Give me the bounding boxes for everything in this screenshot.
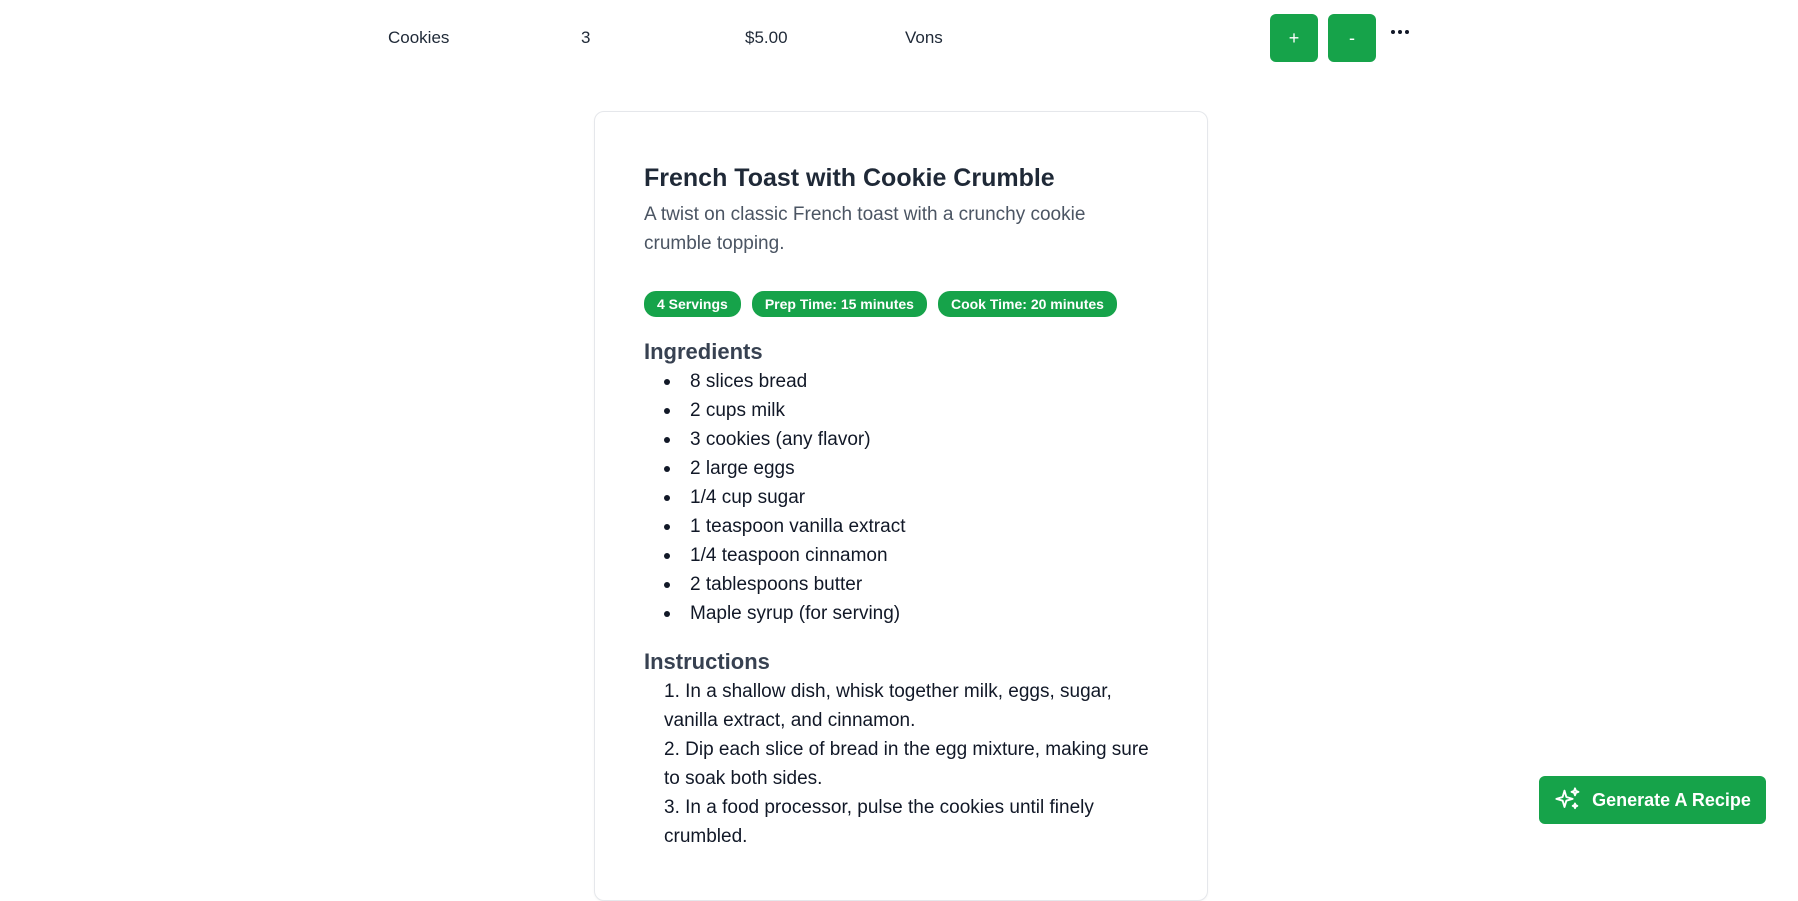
instruction-step: 1. In a shallow dish, whisk together mil… — [664, 681, 1112, 731]
ingredient-item: 2 large eggs — [664, 454, 1159, 483]
ingredient-item: 1 teaspoon vanilla extract — [664, 512, 1159, 541]
item-price: $5.00 — [745, 28, 788, 47]
ingredient-item: 2 tablespoons butter — [664, 570, 1159, 599]
ingredients-heading: Ingredients — [644, 339, 763, 364]
prep-time-badge: Prep Time: 15 minutes — [751, 291, 927, 317]
item-store: Vons — [905, 28, 943, 47]
servings-badge: 4 Servings — [644, 291, 741, 317]
recipe-badges: 4 Servings Prep Time: 15 minutes Cook Ti… — [644, 291, 1159, 317]
more-options-button[interactable] — [1386, 20, 1414, 44]
ingredient-item: 3 cookies (any flavor) — [664, 425, 1159, 454]
recipe-card: French Toast with Cookie Crumble A twist… — [594, 111, 1208, 901]
ingredient-item: 2 cups milk — [664, 396, 1159, 425]
instruction-step: 3. In a food processor, pulse the cookie… — [664, 797, 1094, 847]
ingredient-item: Maple syrup (for serving) — [664, 599, 1159, 628]
item-quantity: 3 — [581, 28, 591, 47]
instructions-list: 1. In a shallow dish, whisk together mil… — [644, 677, 1159, 851]
cook-time-badge: Cook Time: 20 minutes — [937, 291, 1117, 317]
instructions-heading: Instructions — [644, 649, 770, 674]
instruction-step: 2. Dip each slice of bread in the egg mi… — [664, 739, 1149, 789]
generate-recipe-button[interactable]: Generate A Recipe — [1539, 776, 1766, 824]
generate-recipe-label: Generate A Recipe — [1592, 789, 1751, 810]
more-horizontal-icon — [1391, 30, 1409, 34]
recipe-title: French Toast with Cookie Crumble — [644, 164, 1055, 192]
ingredients-list: 8 slices bread 2 cups milk 3 cookies (an… — [644, 367, 1159, 628]
decrement-quantity-button[interactable]: - — [1328, 14, 1376, 62]
ingredient-item: 1/4 teaspoon cinnamon — [664, 541, 1159, 570]
increment-quantity-button[interactable]: + — [1270, 14, 1318, 62]
ingredient-item: 1/4 cup sugar — [664, 483, 1159, 512]
grocery-item-row: Cookies 3 $5.00 Vons + - — [0, 0, 1798, 76]
sparkles-icon — [1555, 787, 1580, 810]
recipe-description: A twist on classic French toast with a c… — [644, 204, 1086, 254]
ingredient-item: 8 slices bread — [664, 367, 1159, 396]
item-name: Cookies — [388, 28, 450, 47]
